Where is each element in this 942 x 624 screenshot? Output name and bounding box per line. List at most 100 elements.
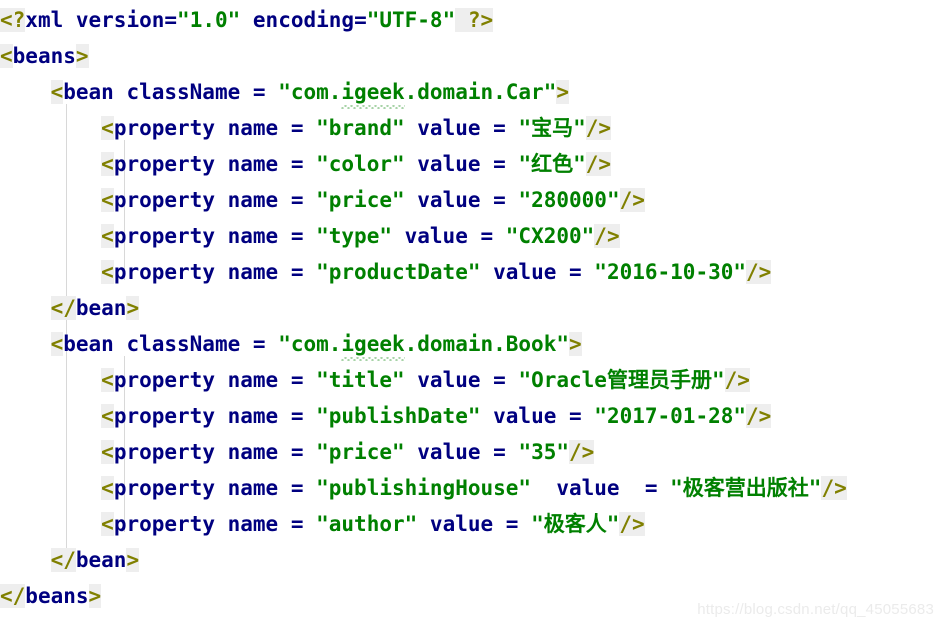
code-line[interactable]: <property name = "publishDate" value = "…	[0, 398, 942, 434]
attribute-equals: =	[278, 404, 317, 428]
spellcheck-squiggle: igeek	[341, 326, 405, 362]
attribute-name: name	[227, 224, 279, 248]
code-line[interactable]: <property name = "brand" value = "宝马"/>	[0, 110, 942, 146]
tag-name: bean	[63, 80, 127, 104]
code-editor[interactable]: <?xml version="1.0" encoding="UTF-8" ?> <…	[0, 0, 942, 624]
tag-name: property	[113, 476, 228, 500]
attribute-name: value	[531, 476, 620, 500]
attribute-name: version	[63, 8, 165, 32]
attribute-name: value	[417, 512, 494, 536]
attribute-equals: =	[278, 116, 317, 140]
tag-name: property	[113, 224, 228, 248]
attribute-value: "CX200"	[505, 224, 595, 248]
attribute-equals: =	[480, 440, 519, 464]
attribute-name: value	[404, 368, 481, 392]
tag-close-bracket: />	[821, 476, 847, 500]
tag-name: property	[113, 188, 228, 212]
code-line[interactable]: <property name = "author" value = "极客人"/…	[0, 506, 942, 542]
tag-close-bracket: ?>	[455, 8, 494, 32]
tag-close-bracket: />	[746, 404, 772, 428]
attribute-value: "280000"	[518, 188, 620, 212]
tag-close-bracket: />	[724, 368, 750, 392]
tag-close-bracket: />	[585, 152, 612, 176]
code-lines-container[interactable]: <?xml version="1.0" encoding="UTF-8" ?> <…	[0, 0, 942, 614]
tag-open-bracket: <	[50, 80, 64, 104]
attribute-equals: =	[480, 368, 519, 392]
attribute-value: "35"	[518, 440, 570, 464]
attribute-name: className	[126, 80, 241, 104]
tag-name: property	[113, 368, 228, 392]
code-line[interactable]: <property name = "productDate" value = "…	[0, 254, 942, 290]
attribute-equals: =	[278, 440, 317, 464]
tag-close-bracket: >	[75, 44, 89, 68]
attribute-name: name	[227, 512, 279, 536]
code-line[interactable]: <property name = "price" value = "280000…	[0, 182, 942, 218]
tag-open-bracket: <	[101, 260, 114, 284]
attribute-value: "publishingHouse"	[316, 476, 532, 500]
tag-open-bracket: <	[101, 116, 114, 140]
attribute-value: "brand"	[316, 116, 405, 140]
tag-name: property	[113, 512, 228, 536]
code-line[interactable]: <property name = "price" value = "35"/>	[0, 434, 942, 470]
tag-open-bracket: <	[0, 44, 13, 68]
attribute-value: "color"	[316, 152, 405, 176]
attribute-value: "宝马"	[518, 116, 586, 140]
attribute-name: className	[126, 332, 241, 356]
tag-close-bracket: >	[126, 548, 140, 572]
attribute-name: value	[391, 224, 468, 248]
code-line[interactable]: <bean className = "com.igeek.domain.Book…	[0, 326, 942, 362]
code-line[interactable]: <property name = "publishingHouse" value…	[0, 470, 942, 506]
code-line[interactable]: <property name = "color" value = "红色"/>	[0, 146, 942, 182]
attribute-equals: =	[240, 332, 279, 356]
tag-open-bracket: <	[101, 404, 114, 428]
attribute-equals: =	[164, 8, 178, 32]
attribute-value: "com.igeek.domain.Car"	[278, 80, 556, 109]
tag-name: property	[113, 404, 228, 428]
attribute-value: "price"	[316, 440, 405, 464]
tag-open-bracket: <	[101, 440, 114, 464]
attribute-name: encoding	[240, 8, 355, 32]
attribute-equals: =	[354, 8, 367, 32]
attribute-equals: =	[493, 512, 532, 536]
tag-close-bracket: >	[88, 584, 102, 608]
attribute-equals: =	[480, 116, 519, 140]
code-line[interactable]: <property name = "type" value = "CX200"/…	[0, 218, 942, 254]
tag-open-bracket: </	[50, 548, 76, 572]
tag-name: bean	[75, 296, 127, 320]
tag-close-bracket: />	[594, 224, 620, 248]
code-line[interactable]: <property name = "title" value = "Oracle…	[0, 362, 942, 398]
attribute-value: "com.igeek.domain.Book"	[278, 332, 569, 361]
code-line[interactable]: <beans>	[0, 38, 942, 74]
tag-open-bracket: <	[101, 188, 114, 212]
code-line[interactable]: </bean>	[0, 542, 942, 578]
attribute-value: "极客营出版社"	[670, 476, 822, 500]
tag-open-bracket: <	[101, 152, 114, 176]
code-line[interactable]: <?xml version="1.0" encoding="UTF-8" ?>	[0, 2, 942, 38]
tag-name: xml	[25, 8, 64, 32]
attribute-value: "Oracle管理员手册"	[518, 368, 725, 392]
attribute-value: "2017-01-28"	[594, 404, 747, 428]
code-line[interactable]: </bean>	[0, 290, 942, 326]
tag-close-bracket: >	[569, 332, 582, 356]
attribute-equals: =	[278, 224, 317, 248]
attribute-name: name	[227, 368, 279, 392]
attribute-equals: =	[467, 224, 506, 248]
tag-close-bracket: />	[619, 512, 645, 536]
code-line[interactable]: <bean className = "com.igeek.domain.Car"…	[0, 74, 942, 110]
attribute-equals: =	[619, 476, 671, 500]
tag-open-bracket: <?	[0, 8, 26, 32]
tag-name: property	[113, 440, 228, 464]
attribute-name: name	[227, 152, 279, 176]
attribute-equals: =	[278, 188, 317, 212]
tag-name: property	[113, 260, 228, 284]
tag-close-bracket: />	[619, 188, 645, 212]
attribute-name: value	[480, 404, 557, 428]
attribute-equals: =	[240, 80, 279, 104]
